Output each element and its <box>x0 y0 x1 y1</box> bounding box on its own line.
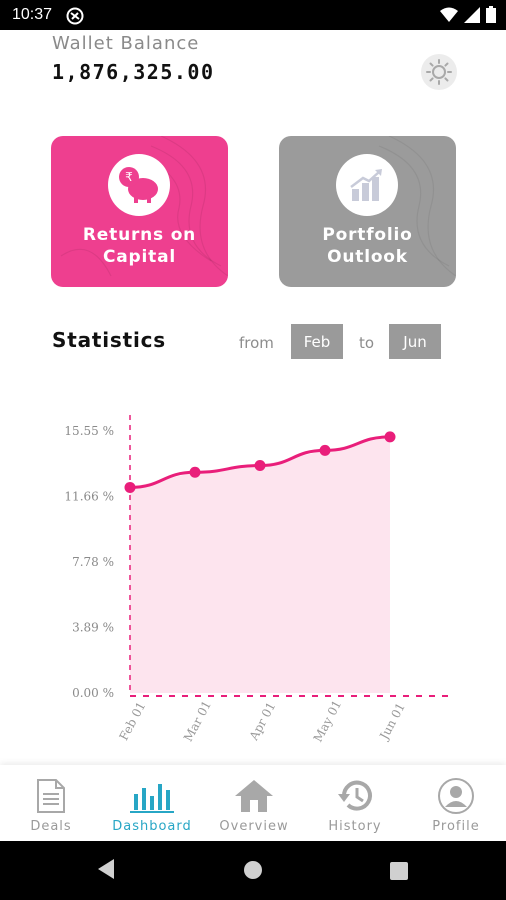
portfolio-outlook-title: Portfolio Outlook <box>322 225 413 267</box>
from-month-selector[interactable]: Feb <box>291 324 343 359</box>
nav-label-history: History <box>328 819 382 834</box>
nav-item-profile[interactable]: Profile <box>423 765 489 841</box>
chart-data-point <box>254 460 266 472</box>
theme-toggle-button[interactable] <box>421 54 457 90</box>
nav-label-deals: Deals <box>30 819 72 834</box>
growth-chart-icon <box>350 169 382 201</box>
from-label: from <box>239 334 274 352</box>
svg-text:₹: ₹ <box>125 170 133 184</box>
card-icon-circle <box>336 154 398 216</box>
to-label: to <box>359 334 375 352</box>
app-notification-icon <box>66 7 84 25</box>
sun-icon <box>426 59 452 85</box>
bottom-navigation: Deals Dashboard Overview History Profile <box>0 765 506 841</box>
home-icon <box>235 780 273 812</box>
nav-label-profile: Profile <box>432 819 480 834</box>
wallet-balance-label: Wallet Balance <box>52 33 200 54</box>
to-month-selector[interactable]: Jun <box>389 324 441 359</box>
status-time: 10:37 <box>12 6 53 23</box>
nav-label-overview: Overview <box>219 819 289 834</box>
statistics-title: Statistics <box>52 328 166 352</box>
nav-item-overview[interactable]: Overview <box>212 765 296 841</box>
chart-y-tick-label: 11.66 % <box>64 490 114 504</box>
document-icon <box>37 779 65 813</box>
nav-item-deals[interactable]: Deals <box>20 765 82 841</box>
chart-y-tick-label: 15.55 % <box>64 424 114 438</box>
piggy-bank-rupee-icon: ₹ <box>119 167 158 203</box>
bar-chart-icon <box>130 784 174 813</box>
chart-area-fill <box>130 436 390 693</box>
returns-on-capital-card[interactable]: ₹ Returns on Capital <box>51 136 228 287</box>
chart-data-point <box>124 481 136 493</box>
chart-x-tick-label: Jun 01 <box>376 700 408 743</box>
chart-x-tick-label: Mar 01 <box>181 698 214 744</box>
portfolio-outlook-card[interactable]: Portfolio Outlook <box>279 136 456 287</box>
profile-icon <box>438 778 474 814</box>
nav-item-dashboard[interactable]: Dashboard <box>107 765 197 841</box>
nav-label-dashboard: Dashboard <box>112 819 192 834</box>
chart-y-tick-label: 7.78 % <box>72 555 114 569</box>
wallet-balance-value: 1,876,325.00 <box>52 60 215 84</box>
chart-x-tick-label: Apr 01 <box>246 700 278 744</box>
chart-data-point <box>189 466 201 478</box>
chart-x-tick-label: Feb 01 <box>117 699 149 742</box>
system-navigation-bar <box>0 841 506 900</box>
chart-x-tick-label: May 01 <box>311 698 345 745</box>
chart-data-point <box>319 444 331 456</box>
wifi-icon <box>440 7 458 22</box>
chart-y-tick-label: 3.89 % <box>72 621 114 635</box>
card-icon-circle: ₹ <box>108 154 170 216</box>
recents-icon[interactable] <box>390 862 408 880</box>
back-icon[interactable] <box>96 858 116 880</box>
statistics-chart: 0.00 % 3.89 % 7.78 % 11.66 % 15.55 % Feb 01 Ma… <box>64 415 452 745</box>
nav-item-history[interactable]: History <box>320 765 390 841</box>
history-icon <box>338 780 372 811</box>
returns-on-capital-title: Returns on Capital <box>82 225 197 267</box>
status-bar: 10:37 <box>0 0 506 30</box>
battery-icon <box>486 6 496 23</box>
home-button-icon[interactable] <box>243 860 263 880</box>
chart-y-tick-label: 0.00 % <box>72 686 114 700</box>
signal-icon <box>464 6 480 23</box>
chart-data-point <box>384 431 396 443</box>
